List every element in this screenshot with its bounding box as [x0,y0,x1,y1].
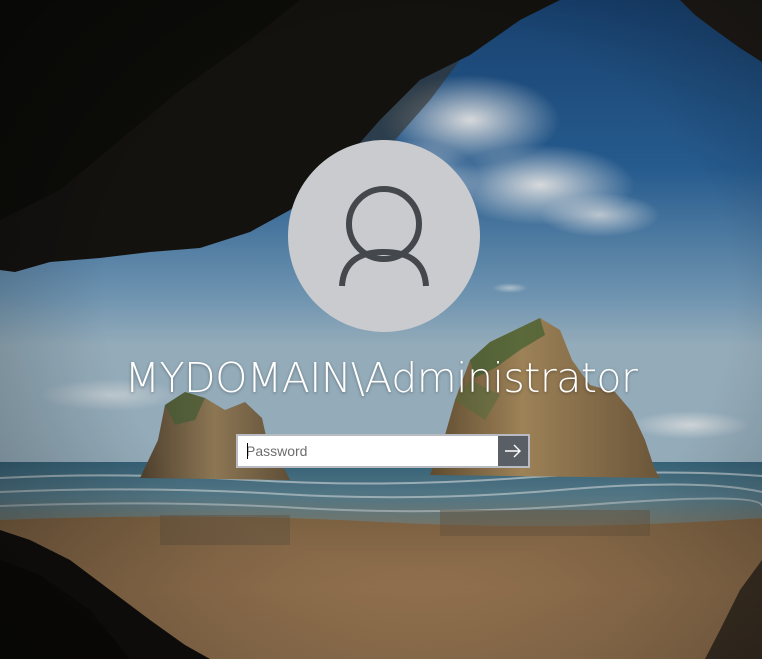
user-avatar [288,140,480,332]
password-box [236,434,530,468]
lock-screen: MYDOMAIN\Administrator [0,0,762,659]
user-silhouette-icon [339,186,429,287]
text-caret [247,443,248,459]
submit-button[interactable] [498,436,528,466]
username-label: MYDOMAIN\Administrator [124,354,638,402]
password-input[interactable] [238,436,498,466]
arrow-right-icon [505,444,521,458]
